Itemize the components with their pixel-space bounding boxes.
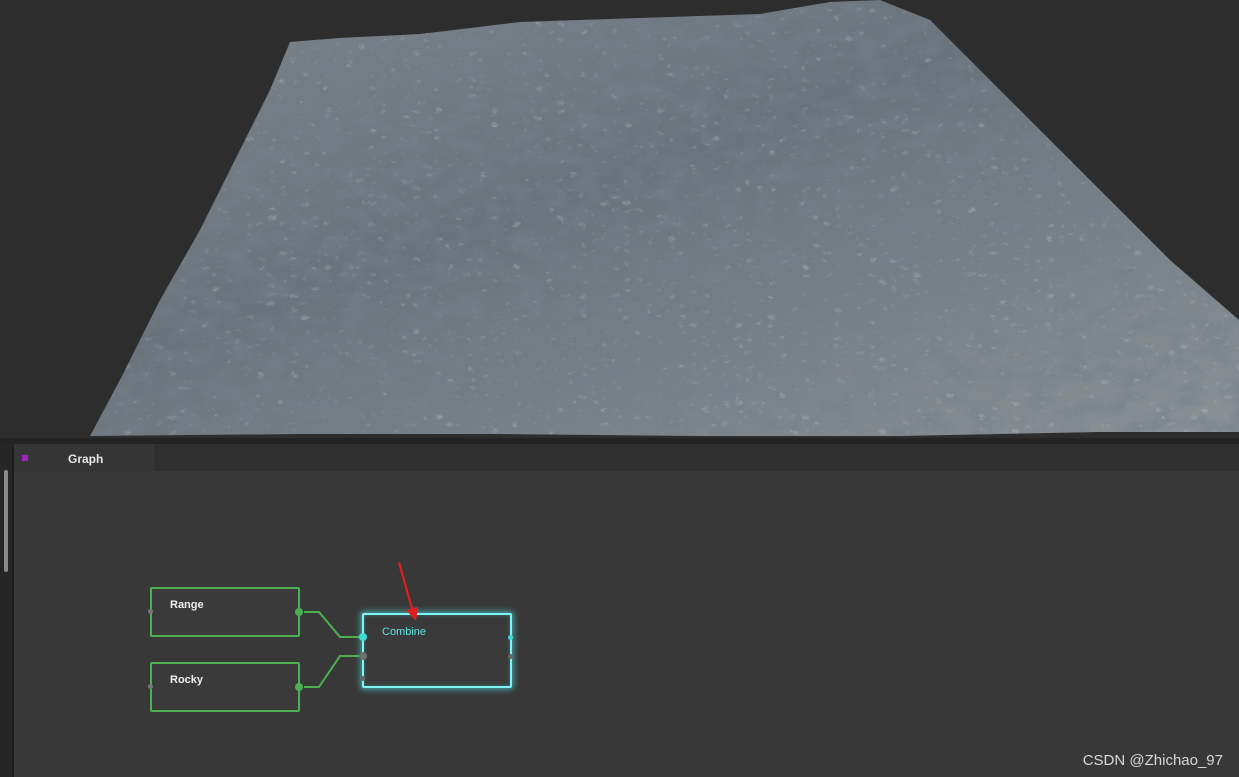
tab-graph-label: Graph — [68, 452, 104, 466]
watermark: CSDN @Zhichao_97 — [1082, 752, 1223, 769]
panel-scrollbar[interactable] — [4, 470, 8, 572]
graph-canvas[interactable]: Range Rocky Combine — [14, 471, 1239, 777]
annotation-arrow-icon — [398, 562, 418, 621]
terrain-viewport[interactable] — [0, 0, 1239, 438]
tab-indicator-icon — [22, 455, 28, 461]
terrain-render — [90, 0, 1239, 436]
app-window: Graph Range Rocky Combine CSDN @Zhichao_… — [0, 0, 1239, 777]
graph-panel: Graph Range Rocky Combine CSDN @Zhichao_… — [0, 444, 1239, 777]
tab-bar: Graph — [14, 444, 1239, 471]
tab-graph[interactable]: Graph — [14, 444, 154, 471]
